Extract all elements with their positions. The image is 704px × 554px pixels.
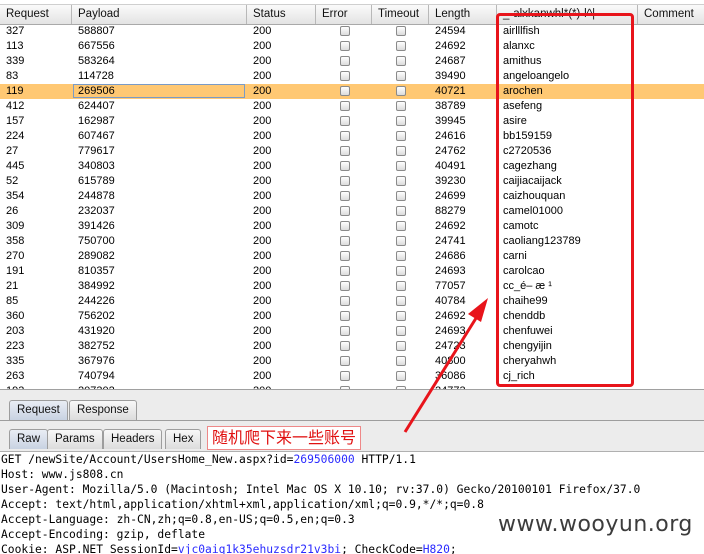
watermark: www.wooyun.org [498, 512, 693, 537]
annotation-arrow-icon [403, 298, 488, 433]
